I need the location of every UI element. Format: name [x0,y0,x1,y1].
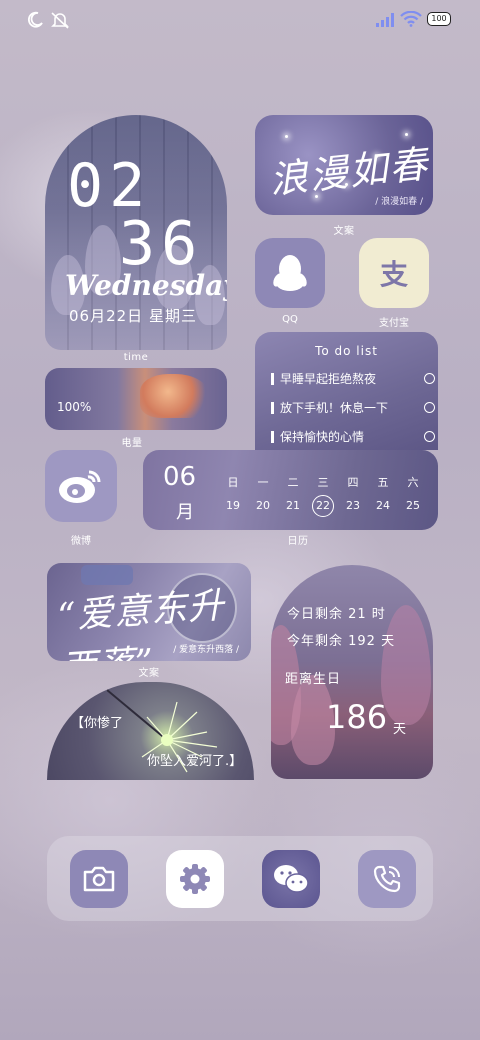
todo-title: To do list [315,344,378,358]
battery-widget[interactable]: 100% [45,368,227,430]
countdown-today-left: 今日剩余 21 时 [287,607,386,622]
settings-app-icon[interactable] [166,850,224,908]
todo-item-text: 放下手机！休息一下 [280,401,389,415]
qq-app-icon[interactable] [255,238,325,308]
calendar-weekday: 三 [317,476,329,489]
quote-widget-2[interactable]: “爱意东升西落” / 爱意东升西落 / [47,563,251,661]
battery-percent: 100% [57,400,92,414]
alipay-app-icon[interactable]: 支 [359,238,429,308]
quote-caption: / 爱意东升西落 / [173,645,239,655]
countdown-birthday-days: 186 [326,698,388,736]
camera-icon [83,866,115,892]
calendar-day[interactable]: 19 [218,499,248,512]
todo-item[interactable]: 放下手机！休息一下 [271,399,435,416]
battery-indicator: 100 [427,12,451,26]
calendar-weekday: 六 [407,476,419,489]
calendar-day[interactable]: 21 [278,499,308,512]
weibo-icon [59,470,101,503]
countdown-year-left: 今年剩余 192 天 [287,634,396,649]
todo-checkbox[interactable] [424,373,435,384]
clock-widget[interactable]: 02 36 Wednesday 06月22日 星期三 [45,115,227,350]
gear-icon [180,864,210,894]
alipay-app-label: 支付宝 [379,318,409,329]
camera-app-icon[interactable] [70,850,128,908]
calendar-weekday: 四 [347,476,359,489]
wifi-icon [400,11,422,27]
calendar-month-number: 06 [163,462,197,492]
quote-widget-1[interactable]: 浪漫如春 / 浪漫如春 / [255,115,433,215]
todo-bullet [271,372,274,385]
calendar-day[interactable]: 24 [368,499,398,512]
calendar-weekday: 五 [377,476,389,489]
clock-weekday: Wednesday [65,269,227,302]
battery-widget-label: 电量 [121,438,143,449]
sunset-cloud [140,374,210,418]
clock-date: 06月22日 星期三 [69,307,197,325]
clock-widget-label: time [123,352,149,363]
moon-icon [27,11,43,28]
calendar-weekday: 二 [287,476,299,489]
calendar-weekday: 一 [257,476,269,489]
todo-item[interactable]: 保持愉快的心情 [271,428,435,445]
alipay-icon: 支 [379,258,408,291]
todo-item-text: 早睡早起拒绝熬夜 [280,372,377,386]
calendar-month-char: 月 [176,502,194,523]
phone-icon [373,865,401,893]
weibo-app-icon[interactable] [45,450,117,522]
quote-caption: / 浪漫如春 / [375,197,423,207]
calendar-day[interactable]: 20 [248,499,278,512]
countdown-widget[interactable]: 今日剩余 21 时 今年剩余 192 天 距离生日 186 天 [271,565,433,779]
todo-checkbox[interactable] [424,402,435,413]
todo-item-text: 保持愉快的心情 [280,430,365,444]
wechat-app-icon[interactable] [262,850,320,908]
status-bar: 100 [0,8,480,34]
calendar-weekday: 日 [227,476,239,489]
qq-penguin-icon [273,255,307,291]
calendar-day-today[interactable]: 22 [308,499,338,512]
firework-text-1: 【你惨了 [71,716,124,731]
todo-bullet [271,430,274,443]
firework-text-2: 你坠入爱河了.】 [147,754,243,769]
calendar-day[interactable]: 25 [398,499,428,512]
quote-widget-2-label: 文案 [138,668,160,679]
countdown-birthday-unit: 天 [393,722,407,737]
bell-off-icon [51,12,69,29]
dock [47,836,433,921]
todo-item[interactable]: 早睡早起拒绝熬夜 [271,370,435,387]
tulip-decoration [381,605,431,725]
calendar-day[interactable]: 23 [338,499,368,512]
todo-widget[interactable]: To do list 早睡早起拒绝熬夜 放下手机！休息一下 保持愉快的心情 [255,332,438,450]
calendar-widget-label: 日历 [287,536,309,547]
phone-app-icon[interactable] [358,850,416,908]
weibo-app-label: 微博 [71,536,91,547]
calendar-widget[interactable]: 06 月 日 一 二 三 四 五 六 19 20 21 22 23 24 25 [143,450,438,530]
quote-widget-1-label: 文案 [333,226,355,237]
signal-icon [376,13,394,27]
todo-checkbox[interactable] [424,431,435,442]
wechat-icon [274,865,309,893]
qq-app-label: QQ [282,314,298,325]
sparkle [285,135,288,138]
todo-bullet [271,401,274,414]
countdown-birthday-label: 距离生日 [285,672,342,687]
